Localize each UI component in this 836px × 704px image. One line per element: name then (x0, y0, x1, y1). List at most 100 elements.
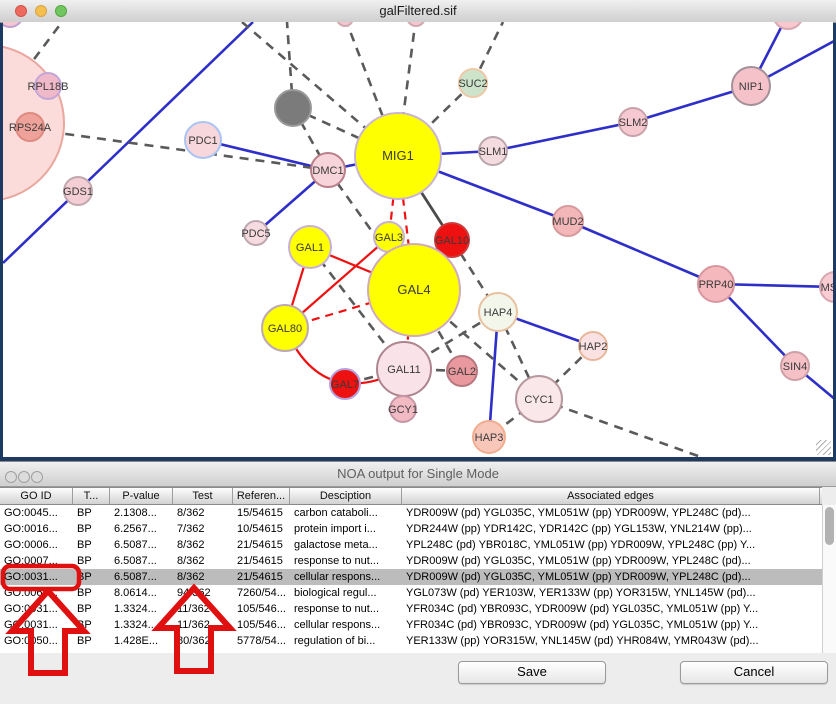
network-node-hap2[interactable]: HAP2 (579, 332, 608, 360)
scrollbar-thumb[interactable] (825, 507, 834, 545)
table-cell: 6.2567... (110, 521, 173, 537)
save-button[interactable]: Save (458, 661, 606, 684)
network-edge (203, 140, 328, 170)
table-cell: 11/362 (173, 617, 233, 633)
column-header-t[interactable]: T... (73, 488, 110, 504)
node-label: HAP4 (484, 307, 513, 319)
column-header-go-id[interactable]: GO ID (0, 488, 73, 504)
table-cell: YGL073W (pd) YER103W, YER133W (pp) YOR31… (402, 585, 820, 601)
table-cell: BP (73, 601, 110, 617)
table-row[interactable]: GO:0045...BP2.1308...8/36215/54615carbon… (0, 505, 822, 521)
table-cell: YFR034C (pd) YBR093C, YDR009W (pd) YGL03… (402, 601, 820, 617)
network-node-gal2[interactable]: GAL2 (447, 356, 477, 386)
node-label: GAL80 (268, 323, 302, 335)
column-header-associated-edges[interactable]: Associated edges (402, 488, 820, 504)
table-cell: 21/54615 (233, 537, 290, 553)
table-cell: GO:0031... (0, 569, 73, 585)
noa-window-titlebar: NOA output for Single Mode (0, 462, 836, 487)
table-cell: 21/54615 (233, 553, 290, 569)
network-node-nip1[interactable]: NIP1 (732, 67, 770, 105)
node-label: GDS1 (63, 186, 93, 198)
column-header-referen[interactable]: Referen... (233, 488, 290, 504)
network-canvas[interactable]: RPL18BRPS24AGDS1PDC1DMC1MIG1SUC2SLM1SLM2… (3, 22, 833, 457)
network-node-hap3[interactable]: HAP3 (473, 421, 505, 453)
node-label: SUC2 (458, 78, 487, 90)
table-cell: YPL248C (pd) YBR018C, YML051W (pp) YDR00… (402, 537, 820, 553)
table-cell: BP (73, 537, 110, 553)
table-cell: 15/54615 (233, 505, 290, 521)
table-cell: YDR009W (pd) YGL035C, YML051W (pp) YDR00… (402, 553, 820, 569)
network-node-gal4[interactable]: GAL4 (368, 244, 460, 336)
resize-handle[interactable] (816, 440, 831, 455)
table-cell: BP (73, 505, 110, 521)
cancel-button[interactable]: Cancel (680, 661, 828, 684)
network-node-tc1[interactable] (337, 22, 353, 26)
network-node-dmc1[interactable]: DMC1 (311, 153, 345, 187)
table-cell: 6.5087... (110, 553, 173, 569)
node-label: PRP40 (699, 279, 734, 291)
table-row[interactable]: GO:0016...BP6.2567...7/36210/54615protei… (0, 521, 822, 537)
table-scrollbar[interactable] (822, 505, 836, 653)
table-cell: 6.5087... (110, 537, 173, 553)
network-node-mig1[interactable]: MIG1 (355, 113, 441, 199)
node-label: NIP1 (739, 81, 763, 93)
network-node-gal11[interactable]: GAL11 (377, 342, 431, 396)
network-node-hap4[interactable]: HAP4 (479, 293, 517, 331)
table-row[interactable]: GO:0065...BP8.0614...94/3627260/54...bio… (0, 585, 822, 601)
table-row[interactable]: GO:0050...BP1.428E...80/3625778/54...reg… (0, 633, 822, 649)
table-cell: 80/362 (173, 633, 233, 649)
network-node-gcy1[interactable]: GCY1 (388, 396, 418, 422)
network-node-mud2[interactable]: MUD2 (552, 206, 583, 236)
network-node-prp40[interactable]: PRP40 (698, 266, 734, 302)
node-label: MIG1 (382, 148, 414, 163)
network-node-tr[interactable] (773, 22, 803, 29)
node-label: RPS24A (9, 122, 52, 134)
network-node-gal1[interactable]: GAL1 (289, 226, 331, 268)
network-node-cyc1[interactable]: CYC1 (516, 376, 562, 422)
node-label: PDC5 (241, 228, 270, 240)
node-label: GAL4 (397, 282, 430, 297)
table-cell: GO:0031... (0, 601, 73, 617)
network-node-sin4[interactable]: SIN4 (781, 352, 809, 380)
network-node-gal7[interactable]: GAL7 (330, 369, 360, 399)
table-cell: response to nut... (290, 601, 402, 617)
noa-window-title: NOA output for Single Mode (0, 462, 836, 486)
network-edge (568, 221, 716, 284)
table-row[interactable]: GO:0006...BP6.5087...8/36221/54615galact… (0, 537, 822, 553)
node-label: MUD2 (552, 216, 583, 228)
table-cell: 5778/54... (233, 633, 290, 649)
table-cell: 21/54615 (233, 569, 290, 585)
table-row[interactable]: GO:0007...BP6.5087...8/36221/54615respon… (0, 553, 822, 569)
node-label: GAL11 (387, 364, 420, 376)
table-cell: 8/362 (173, 505, 233, 521)
node-label: GAL7 (331, 379, 359, 391)
column-header-desciption[interactable]: Desciption (290, 488, 402, 504)
table-cell: carbon cataboli... (290, 505, 402, 521)
network-edge (539, 399, 712, 457)
node-label: HAP2 (579, 341, 608, 353)
table-row[interactable]: GO:0031...BP1.3324...11/362105/546...cel… (0, 617, 822, 633)
network-node-gray[interactable] (275, 90, 311, 126)
network-node-slm2[interactable]: SLM2 (619, 108, 648, 136)
node-label: HAP3 (475, 432, 504, 444)
node-label: PDC1 (188, 135, 217, 147)
node-label: SIN4 (783, 361, 807, 373)
column-header-test[interactable]: Test (173, 488, 233, 504)
table-cell: 1.3324... (110, 617, 173, 633)
network-node-tl[interactable] (3, 22, 23, 27)
network-node-tc2[interactable] (407, 22, 425, 26)
network-node-slm1[interactable]: SLM1 (479, 137, 508, 165)
results-table: GO:0045...BP2.1308...8/36215/54615carbon… (0, 505, 823, 653)
network-node-pdc1[interactable]: PDC1 (185, 122, 221, 158)
network-node-gds1[interactable]: GDS1 (63, 177, 93, 205)
table-cell: response to nut... (290, 553, 402, 569)
table-cell: protein import i... (290, 521, 402, 537)
column-header-p-value[interactable]: P-value (110, 488, 173, 504)
network-node-suc2[interactable]: SUC2 (458, 69, 487, 97)
table-row[interactable]: GO:0031...BP1.3324...11/362105/546...res… (0, 601, 822, 617)
table-cell: 105/546... (233, 601, 290, 617)
table-row[interactable]: GO:0031...BP6.5087...8/36221/54615cellul… (0, 569, 822, 585)
table-cell: 1.3324... (110, 601, 173, 617)
network-node-gal80[interactable]: GAL80 (262, 305, 308, 351)
network-node-msl1[interactable]: MSL1 (820, 272, 833, 302)
